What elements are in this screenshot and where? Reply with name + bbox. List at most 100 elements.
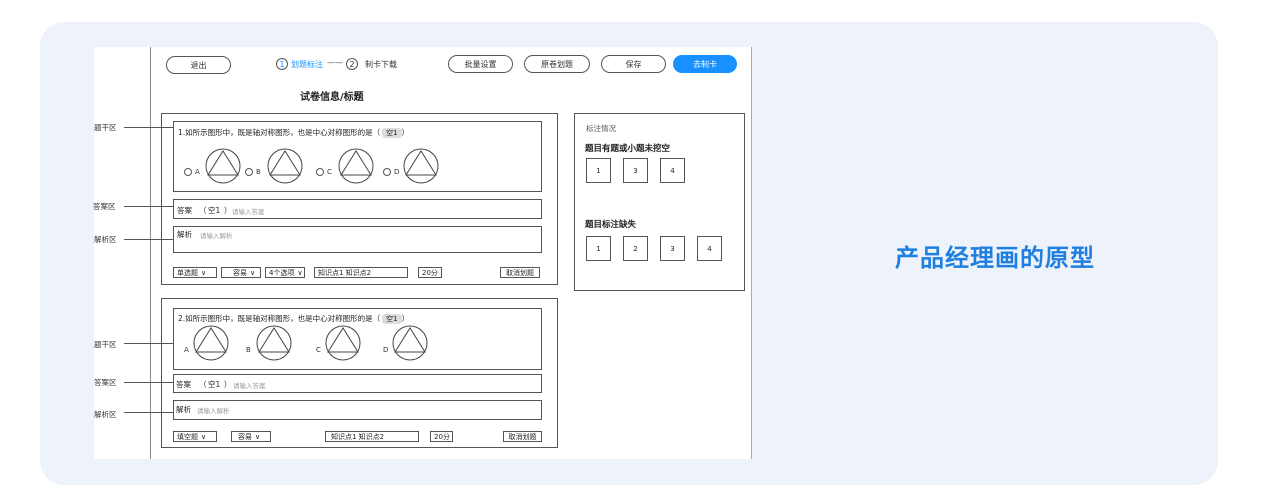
radio-icon	[383, 168, 391, 176]
question-2-answer-blank-prefix: （	[199, 380, 207, 389]
radio-icon	[316, 168, 324, 176]
headline: 产品经理画的原型	[895, 244, 1095, 272]
circle-triangle-figure-icon	[205, 148, 241, 184]
question-2-score-field[interactable]: 20分	[430, 431, 453, 442]
unmarked-question-chip[interactable]: 4	[660, 158, 685, 183]
chevron-down-icon: ∨	[201, 268, 207, 277]
question-2-option-a[interactable]: A	[184, 346, 189, 354]
radio-icon	[184, 168, 192, 176]
field-value: 20分	[422, 268, 438, 277]
left-divider	[150, 47, 151, 459]
step-1-number: 1	[276, 58, 288, 70]
question-1-difficulty-select[interactable]: 容易 ∨	[221, 267, 261, 278]
chevron-down-icon: ∨	[255, 432, 261, 441]
select-value: 容易	[238, 432, 252, 441]
select-value: 单选题	[177, 268, 198, 277]
circle-triangle-figure-icon	[193, 325, 229, 361]
unmarked-blanks-heading: 题目有题或小题未挖空	[585, 144, 671, 154]
question-1-answer-blank: 空1	[208, 206, 221, 215]
question-2-answer-input[interactable]: 请输入答案	[233, 380, 266, 390]
step-2[interactable]: 2 制卡下载	[346, 58, 397, 70]
step-1[interactable]: 1 划题标注	[276, 58, 323, 70]
unmarked-question-chip[interactable]: 3	[623, 158, 648, 183]
circle-triangle-figure-icon	[256, 325, 292, 361]
question-2-answer-blank-suffix: ）	[224, 380, 232, 389]
chevron-down-icon: ∨	[250, 268, 256, 277]
select-value: 4个选项	[269, 268, 295, 277]
option-label: A	[195, 168, 200, 176]
chevron-down-icon: ∨	[201, 432, 207, 441]
question-1-score-field[interactable]: 20分	[418, 267, 442, 278]
question-1-blank[interactable]: 空1	[382, 128, 402, 138]
question-1-stem-text: 1.如所示图形中，既是轴对称图形，也是中心对称图形的是（	[178, 128, 381, 137]
missing-marks-heading: 题目标注缺失	[585, 220, 637, 230]
circle-triangle-figure-icon	[338, 148, 374, 184]
question-2-stem: 2.如所示图形中，既是轴对称图形，也是中心对称图形的是（ 空1）	[178, 313, 409, 324]
step-2-label: 制卡下载	[365, 59, 397, 69]
missing-mark-chip[interactable]: 2	[623, 236, 648, 261]
status-panel-title: 标注情况	[586, 124, 616, 133]
annotation-line	[124, 412, 173, 413]
question-2-answer-blank: 空1	[208, 380, 221, 389]
original-paper-button[interactable]: 原卷划题	[524, 55, 590, 73]
question-1-analysis-input[interactable]: 请输入解析	[200, 230, 233, 240]
question-1-knowledge-field[interactable]: 知识点1 知识点2	[314, 267, 408, 278]
select-value: 填空题	[177, 432, 198, 441]
annotation-line	[124, 239, 173, 240]
status-panel	[574, 113, 745, 291]
exit-button[interactable]: 退出	[166, 56, 231, 74]
field-value: 知识点1 知识点2	[331, 432, 385, 441]
question-2-type-select[interactable]: 填空题 ∨	[173, 431, 217, 442]
question-2-cancel-button[interactable]: 取消划题	[503, 431, 542, 442]
missing-mark-chip[interactable]: 1	[586, 236, 611, 261]
question-1-answer-input[interactable]: 请输入答案	[232, 206, 265, 216]
stem-area-annotation-1: 题干区	[94, 123, 117, 132]
step-2-number: 2	[346, 58, 358, 70]
annotation-line	[124, 206, 173, 207]
radio-icon	[245, 168, 253, 176]
annotation-line	[124, 343, 173, 344]
unmarked-question-chip[interactable]: 1	[586, 158, 611, 183]
question-2-analysis-input[interactable]: 请输入解析	[197, 405, 230, 415]
annotation-line	[124, 382, 173, 383]
question-1-analysis-label: 解析	[177, 230, 192, 239]
question-1-option-c[interactable]: C	[316, 168, 332, 176]
question-1-answer-label: 答案	[177, 206, 192, 215]
question-1-option-b[interactable]: B	[245, 168, 261, 176]
question-1-option-a[interactable]: A	[184, 168, 200, 176]
question-2-answer-label: 答案	[176, 380, 191, 389]
step-separator: ——	[327, 58, 343, 67]
save-button[interactable]: 保存	[601, 55, 666, 73]
circle-triangle-figure-icon	[403, 148, 439, 184]
question-2-option-d[interactable]: D	[383, 346, 388, 354]
question-2-stem-text: 2.如所示图形中，既是轴对称图形，也是中心对称图形的是（	[178, 314, 381, 323]
question-1-option-d[interactable]: D	[383, 168, 399, 176]
question-1-cancel-button[interactable]: 取消划题	[500, 267, 540, 278]
option-label: B	[256, 168, 261, 176]
batch-settings-button[interactable]: 批量设置	[448, 55, 513, 73]
make-card-button[interactable]: 去制卡	[673, 55, 737, 73]
circle-triangle-figure-icon	[325, 325, 361, 361]
option-label: C	[327, 168, 332, 176]
missing-mark-chip[interactable]: 3	[660, 236, 685, 261]
question-1-answer-blank-suffix: ）	[224, 206, 232, 215]
chevron-down-icon: ∨	[297, 268, 303, 277]
answer-area-annotation-2: 答案区	[94, 378, 117, 387]
question-2-blank[interactable]: 空1	[382, 314, 402, 324]
circle-triangle-figure-icon	[392, 325, 428, 361]
question-2-stem-end: ）	[401, 314, 410, 323]
field-value: 20分	[434, 432, 450, 441]
option-label: D	[394, 168, 400, 176]
question-2-analysis-label: 解析	[176, 405, 191, 414]
question-1-option-count-select[interactable]: 4个选项 ∨	[265, 267, 305, 278]
question-2-difficulty-select[interactable]: 容易 ∨	[231, 431, 271, 442]
analysis-area-annotation-2: 解析区	[94, 410, 117, 419]
missing-mark-chip[interactable]: 4	[697, 236, 722, 261]
step-1-label: 划题标注	[291, 59, 323, 69]
question-2-knowledge-field[interactable]: 知识点1 知识点2	[325, 431, 419, 442]
question-2-option-c[interactable]: C	[316, 346, 321, 354]
field-value: 知识点1 知识点2	[318, 268, 372, 277]
question-1-answer-blank-prefix: （	[199, 206, 207, 215]
question-2-option-b[interactable]: B	[246, 346, 251, 354]
question-1-type-select[interactable]: 单选题 ∨	[173, 267, 217, 278]
